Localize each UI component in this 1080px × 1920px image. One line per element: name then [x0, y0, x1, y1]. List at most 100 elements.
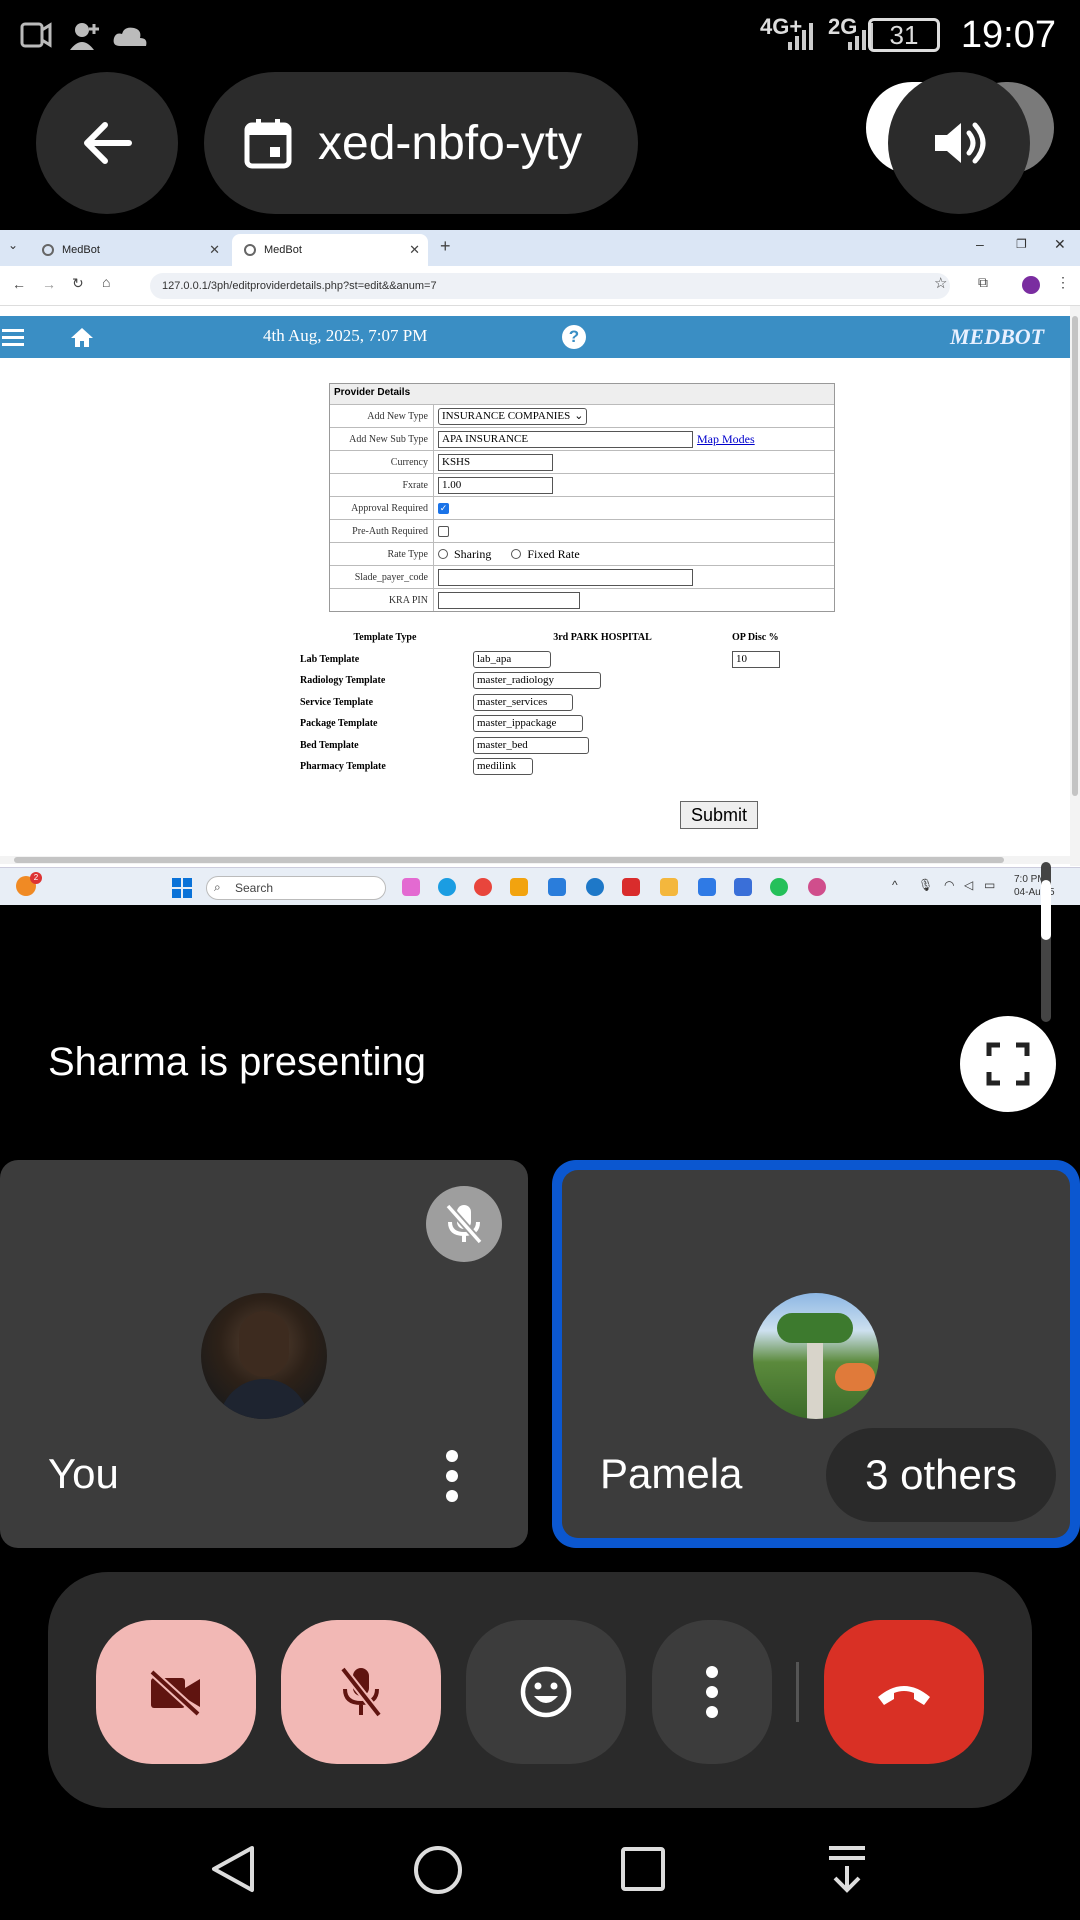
copilot-icon[interactable] [402, 878, 420, 896]
op-disc-input[interactable]: 10 [732, 650, 780, 668]
currency-input[interactable]: KSHS [438, 453, 553, 471]
participant-tile-pamela[interactable]: Pamela 3 others [552, 1160, 1080, 1548]
new-tab-icon[interactable]: + [440, 236, 451, 257]
camera-toggle-button[interactable] [96, 1620, 256, 1764]
taskbar-search[interactable]: Search [206, 876, 386, 900]
chrome-icon[interactable] [474, 878, 492, 896]
todo-icon[interactable] [734, 878, 752, 896]
more-actions-button[interactable] [652, 1620, 772, 1764]
profile-avatar[interactable] [1022, 276, 1040, 294]
battery-tray-icon[interactable]: ▭ [984, 878, 995, 892]
browser-tab-2[interactable]: MedBot ✕ [232, 234, 428, 266]
add-new-sub-type-input[interactable]: APA INSURANCE [438, 430, 693, 448]
bookmark-star-icon[interactable]: ☆ [934, 274, 947, 292]
edge-icon[interactable] [438, 878, 456, 896]
hospital-header: 3rd PARK HOSPITAL [553, 632, 652, 644]
template-row: Lab Template lab_apa 10 [297, 649, 805, 671]
search-app-icon[interactable] [510, 878, 528, 896]
template-row: Bed Template master_bed [297, 735, 805, 757]
more-options-icon[interactable] [444, 1450, 460, 1502]
template-label: Lab Template [300, 653, 360, 665]
system-navigation-bar [0, 1812, 1080, 1920]
volume-tray-icon[interactable]: ◁ [964, 878, 973, 892]
wifi-icon[interactable]: ◠ [944, 878, 954, 892]
help-icon[interactable]: ? [562, 325, 586, 349]
snip-tool-icon[interactable] [548, 878, 566, 896]
extensions-icon[interactable]: ⧉ [978, 274, 988, 291]
fullscreen-button[interactable] [960, 1016, 1056, 1112]
lab-template-select[interactable]: lab_apa [473, 650, 551, 668]
hamburger-menu-icon[interactable] [2, 328, 24, 346]
signal-icon [788, 23, 813, 50]
reactions-button[interactable] [466, 1620, 626, 1764]
nav-home-icon[interactable] [412, 1844, 464, 1896]
audio-output-button[interactable] [888, 72, 1030, 214]
minimize-icon[interactable]: – [976, 236, 984, 252]
muted-indicator [426, 1186, 502, 1262]
service-template-select[interactable]: master_services [473, 693, 573, 711]
kra-input[interactable] [438, 591, 580, 609]
taskbar-clock[interactable]: 7:0 PM 04-Au 25 [1014, 873, 1062, 899]
reload-icon[interactable]: ↻ [72, 275, 84, 292]
url-field[interactable]: 127.0.0.1/3ph/editproviderdetails.php?st… [150, 273, 950, 299]
fxrate-input[interactable]: 1.00 [438, 476, 553, 494]
approval-checkbox[interactable]: ✓ [438, 502, 449, 514]
browser-tab-1[interactable]: MedBot ✕ [30, 234, 228, 266]
close-tab-icon[interactable]: ✕ [209, 242, 220, 258]
home-icon[interactable] [70, 326, 94, 348]
end-call-button[interactable] [824, 1620, 984, 1764]
bed-template-select[interactable]: master_bed [473, 736, 589, 754]
notepad-icon[interactable] [698, 878, 716, 896]
form-title: Provider Details [330, 384, 834, 404]
status-bar: 4G+ 2G 31 19:07 [0, 0, 1080, 70]
back-button[interactable] [36, 72, 178, 214]
mic-toggle-button[interactable] [281, 1620, 441, 1764]
tray-chevron-icon[interactable]: ^ [892, 878, 898, 892]
participant-name: Pamela [600, 1450, 743, 1497]
horizontal-scrollbar[interactable] [0, 856, 1070, 864]
vertical-scrollbar[interactable] [1070, 306, 1080, 866]
window-close-icon[interactable]: ✕ [1054, 236, 1066, 253]
sharing-radio[interactable] [438, 549, 448, 559]
template-label: Package Template [300, 718, 378, 730]
pharmacy-template-select[interactable]: medilink [473, 758, 533, 776]
arrow-left-icon [84, 122, 132, 164]
globe-icon [42, 244, 54, 256]
fixed-rate-radio[interactable] [511, 549, 522, 559]
map-modes-link[interactable]: Map Modes [697, 432, 755, 447]
chrome-profile-icon[interactable] [808, 878, 826, 896]
submit-button[interactable]: Submit [680, 801, 758, 829]
add-new-type-select[interactable]: INSURANCE COMPANIES ⌄ [438, 407, 588, 425]
view-scroll-handle[interactable] [1041, 880, 1051, 940]
app-icon[interactable] [586, 878, 604, 896]
participant-name: You [48, 1450, 119, 1497]
preauth-checkbox[interactable] [438, 525, 449, 537]
close-tab-icon[interactable]: ✕ [409, 242, 420, 258]
mic-tray-icon[interactable]: 🎙 [918, 878, 933, 892]
participant-tile-you[interactable]: You [0, 1160, 528, 1548]
back-nav-icon[interactable]: ← [12, 276, 26, 292]
controls-divider [796, 1662, 799, 1722]
template-type-header: Template Type [353, 632, 417, 644]
tab-list-icon[interactable]: ⌄ [8, 238, 18, 252]
forward-nav-icon[interactable]: → [42, 276, 56, 292]
whatsapp-icon[interactable] [770, 878, 788, 896]
nav-recents-icon[interactable] [620, 1846, 666, 1892]
tab-1-title: MedBot [62, 244, 100, 256]
nav-notifications-icon[interactable] [826, 1844, 868, 1894]
radiology-template-select[interactable]: master_radiology [473, 672, 601, 690]
nav-back-icon[interactable] [210, 1844, 256, 1894]
home-icon[interactable]: ⌂ [102, 274, 110, 290]
wps-icon[interactable] [622, 878, 640, 896]
rate-type-label: Rate Type [387, 548, 429, 560]
meeting-info-button[interactable]: xed-nbfo-yty [204, 72, 638, 214]
divider [0, 1136, 1080, 1160]
slade-input[interactable] [438, 568, 693, 586]
browser-menu-icon[interactable]: ⋮ [1056, 274, 1070, 291]
file-explorer-icon[interactable] [660, 878, 678, 896]
package-template-select[interactable]: master_ippackage [473, 715, 583, 733]
template-label: Service Template [300, 696, 374, 708]
others-count-chip[interactable]: 3 others [826, 1428, 1056, 1522]
windows-start-icon[interactable] [172, 878, 192, 898]
restore-icon[interactable]: ❐ [1016, 237, 1027, 251]
